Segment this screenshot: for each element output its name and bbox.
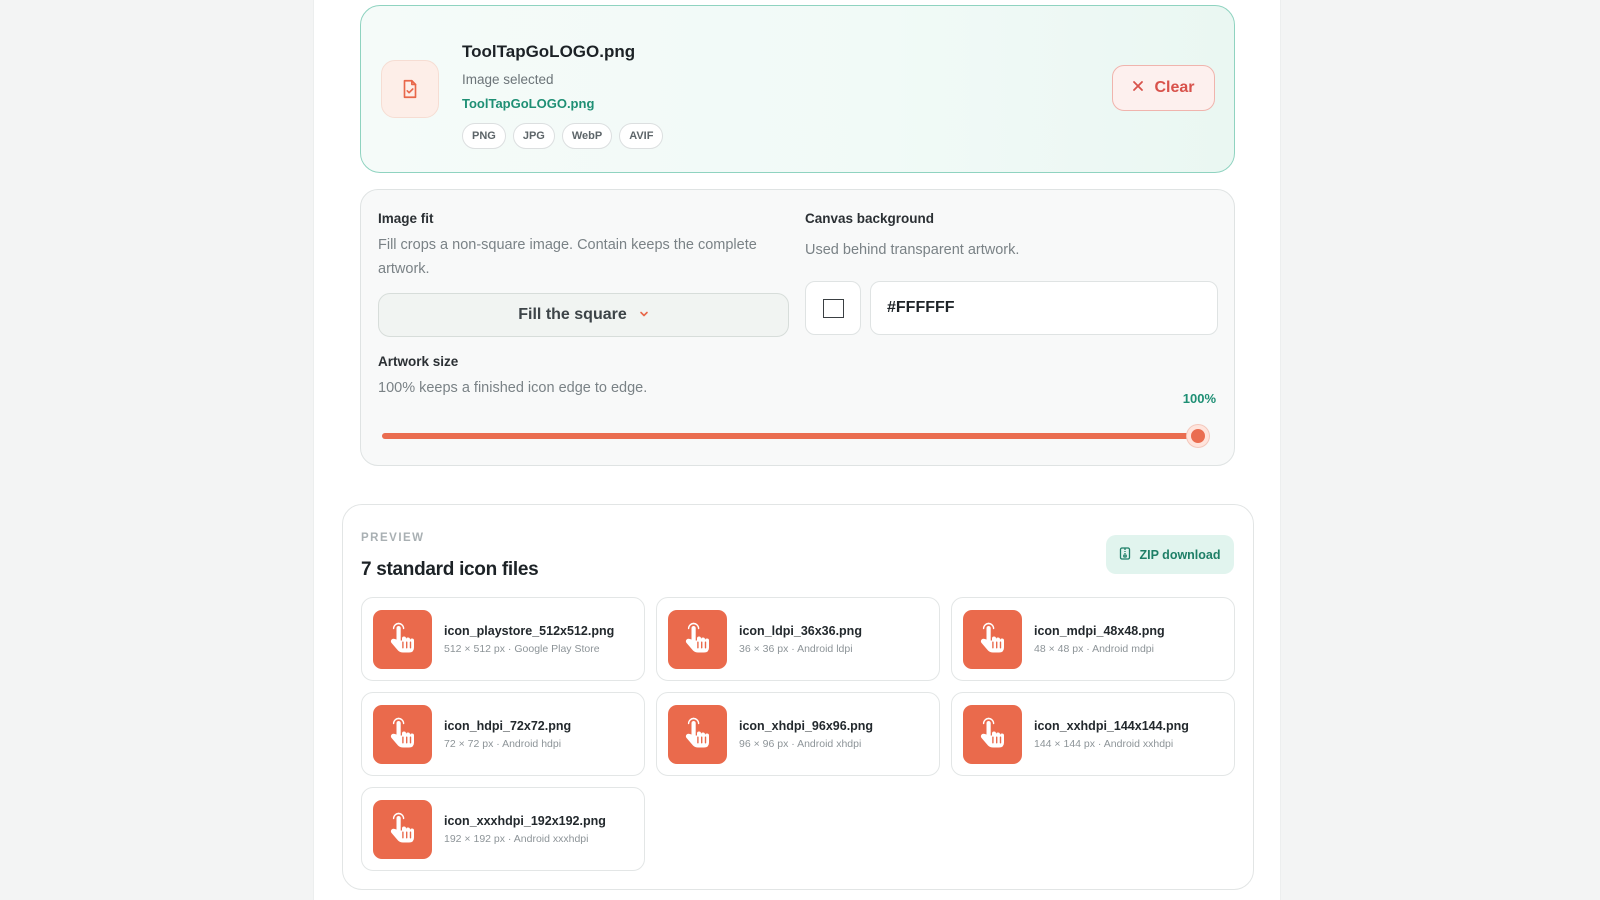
pointing-hand-icon	[963, 704, 1022, 764]
image-fit-description: Fill crops a non-square image. Contain k…	[378, 237, 757, 277]
icon-file-name: icon_xxhdpi_144x144.png	[1034, 718, 1189, 733]
image-fit-label: Image fit	[378, 211, 434, 226]
slider-fill	[382, 433, 1198, 439]
icon-file-card[interactable]: icon_xxhdpi_144x144.png 144 × 144 px · An…	[951, 692, 1235, 776]
format-badge-png: PNG	[462, 123, 506, 149]
artwork-size-label: Artwork size	[378, 354, 459, 369]
icon-file-detail: 512 × 512 px · Google Play Store	[444, 642, 600, 655]
preview-eyebrow: PREVIEW	[361, 532, 425, 544]
icon-file-card[interactable]: icon_xxxhdpi_192x192.png 192 × 192 px · A…	[361, 787, 645, 871]
clear-button[interactable]: Clear	[1112, 65, 1215, 111]
pointing-hand-icon	[963, 609, 1022, 669]
pointing-hand-icon	[373, 609, 432, 669]
icon-file-detail: 192 × 192 px · Android xxxhdpi	[444, 832, 589, 845]
icon-file-name: icon_ldpi_36x36.png	[739, 623, 862, 638]
icon-file-name: icon_mdpi_48x48.png	[1034, 623, 1165, 638]
preview-title: 7 standard icon files	[361, 559, 539, 580]
selected-file-card: ToolTapGoLOGO.png Image selected ToolTap…	[360, 5, 1235, 173]
canvas-background-description: Used behind transparent artwork.	[805, 242, 1020, 258]
icon-file-detail: 144 × 144 px · Android xxhdpi	[1034, 737, 1174, 750]
preview-section: PREVIEW 7 standard icon files ZIP downlo…	[342, 504, 1254, 890]
archive-icon	[1119, 546, 1131, 563]
icon-file-card[interactable]: icon_xhdpi_96x96.png 96 × 96 px · Android…	[656, 692, 940, 776]
zip-download-button[interactable]: ZIP download	[1106, 535, 1234, 574]
chevron-down-icon	[639, 306, 649, 324]
canvas-background-label: Canvas background	[805, 211, 935, 226]
artwork-size-slider[interactable]	[382, 433, 1198, 439]
icon-file-name: icon_playstore_512x512.png	[444, 623, 615, 638]
pointing-hand-icon	[668, 609, 727, 669]
icon-file-name: icon_xxxhdpi_192x192.png	[444, 813, 606, 828]
pointing-hand-icon	[373, 799, 432, 859]
icon-file-card[interactable]: icon_playstore_512x512.png 512 × 512 px ·…	[361, 597, 645, 681]
settings-panel: Image fit Fill crops a non-square image.…	[360, 189, 1235, 466]
icon-file-card[interactable]: icon_ldpi_36x36.png 36 × 36 px · Android …	[656, 597, 940, 681]
file-link[interactable]: ToolTapGoLOGO.png	[462, 96, 594, 111]
pointing-hand-icon	[668, 704, 727, 764]
format-badge-jpg: JPG	[512, 123, 555, 149]
format-badges: PNG JPG WebP AVIF	[462, 123, 664, 149]
image-fit-value: Fill the square	[518, 306, 627, 323]
icon-file-detail: 48 × 48 px · Android mdpi	[1034, 642, 1154, 655]
icon-file-detail: 36 × 36 px · Android ldpi	[739, 642, 853, 655]
icon-file-card[interactable]: icon_mdpi_48x48.png 48 × 48 px · Android …	[951, 597, 1235, 681]
color-swatch	[822, 298, 844, 318]
file-name: ToolTapGoLOGO.png	[462, 42, 636, 61]
artwork-size-value: 100%	[1182, 391, 1216, 406]
slider-thumb[interactable]	[1187, 425, 1209, 447]
pointing-hand-icon	[373, 704, 432, 764]
icon-file-detail: 96 × 96 px · Android xhdpi	[739, 737, 862, 750]
background-color-input[interactable]	[870, 281, 1218, 335]
icon-file-detail: 72 × 72 px · Android hdpi	[444, 737, 562, 750]
icon-file-name: icon_hdpi_72x72.png	[444, 718, 572, 733]
icon-file-name: icon_xhdpi_96x96.png	[739, 718, 874, 733]
image-fit-select[interactable]: Fill the square	[378, 293, 789, 337]
icon-file-card[interactable]: icon_hdpi_72x72.png 72 × 72 px · Android …	[361, 692, 645, 776]
format-badge-webp: WebP	[561, 123, 613, 149]
color-swatch-button[interactable]	[805, 281, 861, 335]
page: ToolTapGoLOGO.png Image selected ToolTap…	[314, 0, 1280, 900]
file-status: Image selected	[462, 72, 554, 87]
close-icon	[1132, 79, 1144, 97]
zip-download-label: ZIP download	[1139, 547, 1221, 562]
format-badge-avif: AVIF	[619, 123, 664, 149]
file-check-icon	[381, 60, 439, 118]
clear-button-label: Clear	[1154, 79, 1195, 96]
icon-file-grid: icon_playstore_512x512.png 512 × 512 px ·…	[361, 597, 1235, 871]
artwork-size-description: 100% keeps a finished icon edge to edge.	[378, 380, 648, 396]
